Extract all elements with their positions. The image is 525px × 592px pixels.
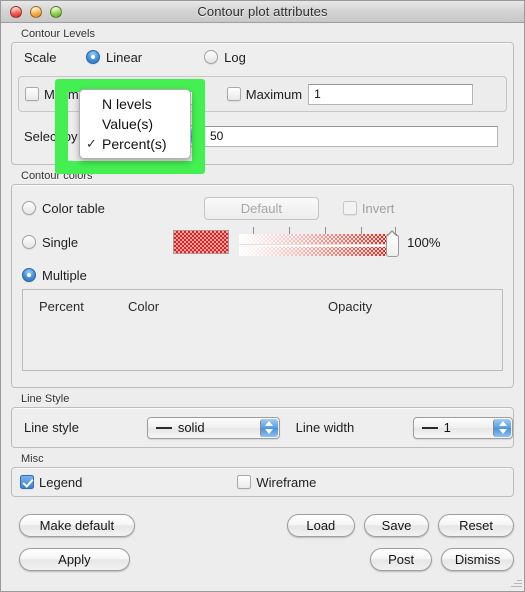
radio-scale-log-label: Log [224,49,246,65]
misc-group: Legend Wireframe [11,467,514,497]
radio-scale-linear-label: Linear [106,49,143,65]
legend-label: Legend [39,474,83,490]
contour-plot-attributes-window: Contour plot attributes Contour Levels S… [0,0,525,592]
scale-label: Scale [24,49,57,65]
menu-item-label: N levels [102,96,152,112]
resize-grip[interactable] [509,576,522,589]
post-button[interactable]: Post [369,548,433,571]
menu-item-percents[interactable]: ✓ Percent(s) [80,134,190,154]
scale-row: Scale Linear Log [12,43,513,71]
contour-colors-group: Color table Default Invert Single 100% M… [11,184,514,388]
line-width-value: 1 [443,420,451,435]
slider-ticks [239,227,399,234]
make-default-button[interactable]: Make default [19,514,135,537]
button-row-bottom: Apply Post Dismiss [11,548,515,571]
chevron-updown-icon [259,418,278,437]
menu-item-values[interactable]: Value(s) [80,114,190,134]
menu-item-label: Percent(s) [102,136,167,152]
legend-checkbox[interactable] [20,475,34,489]
opacity-slider-handle[interactable] [386,230,400,257]
misc-group-label: Misc [21,453,44,465]
menu-check-icon: ✓ [86,136,97,151]
column-header-opacity: Opacity [328,299,373,314]
load-button[interactable]: Load [286,514,355,537]
opacity-slider[interactable] [239,227,400,257]
window-title: Contour plot attributes [197,4,328,19]
line-style-group: Line style solid Line width 1 [11,407,514,448]
maximum-input[interactable]: 1 [308,83,474,105]
line-width-icon [421,426,438,429]
slider-line [239,244,392,247]
contour-colors-group-label: Contour colors [21,170,93,182]
save-button[interactable]: Save [363,514,430,537]
invert-label: Invert [361,200,395,216]
line-style-dropdown[interactable]: solid [146,416,280,439]
line-solid-icon [155,426,172,429]
radio-color-table-label: Color table [42,200,105,216]
contour-levels-group-label: Contour Levels [21,28,95,40]
misc-row: Legend Wireframe [12,468,513,496]
line-style-row: Line style solid Line width 1 [12,408,513,447]
apply-button[interactable]: Apply [19,548,130,571]
select-by-label: Select by [24,128,78,144]
radio-single[interactable] [22,235,36,249]
dismiss-button[interactable]: Dismiss [441,548,515,571]
chevron-updown-icon [493,418,511,437]
minimize-button[interactable] [30,5,42,18]
column-header-color: Color [128,299,160,314]
line-style-value: solid [177,420,205,435]
single-color-row: Single 100% [22,223,503,261]
invert-checkbox[interactable] [342,201,357,215]
maximum-checkbox[interactable] [226,87,241,101]
default-button[interactable]: Default [203,196,319,220]
reset-button[interactable]: Reset [438,514,514,537]
table-header-row: Percent Color Opacity [23,290,502,314]
window-titlebar[interactable]: Contour plot attributes [1,1,524,23]
window-controls [1,5,62,18]
opacity-value: 100% [407,234,441,250]
color-table-row: Color table Default Invert [22,193,503,223]
level-value-input[interactable]: 50 [204,125,498,147]
select-by-dropdown-menu[interactable]: N levels Value(s) ✓ Percent(s) [79,89,191,159]
contour-levels-table[interactable]: Percent Color Opacity [22,289,503,371]
wireframe-label: Wireframe [256,474,317,490]
line-width-dropdown[interactable]: 1 [412,416,513,439]
maximum-label: Maximum [245,86,303,102]
radio-multiple-label: Multiple [42,267,87,283]
color-swatch[interactable] [173,230,230,254]
zoom-button[interactable] [50,5,62,18]
radio-multiple[interactable] [22,268,36,282]
wireframe-checkbox[interactable] [237,475,252,489]
radio-single-label: Single [42,234,79,250]
line-style-group-label: Line Style [21,393,70,405]
line-style-label: Line style [24,420,79,435]
radio-scale-log[interactable] [204,50,219,64]
close-button[interactable] [10,5,22,18]
minimum-checkbox[interactable] [25,87,39,101]
multiple-row: Multiple [22,261,503,289]
menu-item-n-levels[interactable]: N levels [80,94,190,114]
button-row-top: Make default Load Save Reset [11,514,514,537]
radio-scale-linear[interactable] [86,50,100,64]
column-header-percent: Percent [39,299,84,314]
radio-color-table[interactable] [22,201,36,215]
line-width-label: Line width [295,420,355,435]
menu-item-label: Value(s) [102,116,154,132]
